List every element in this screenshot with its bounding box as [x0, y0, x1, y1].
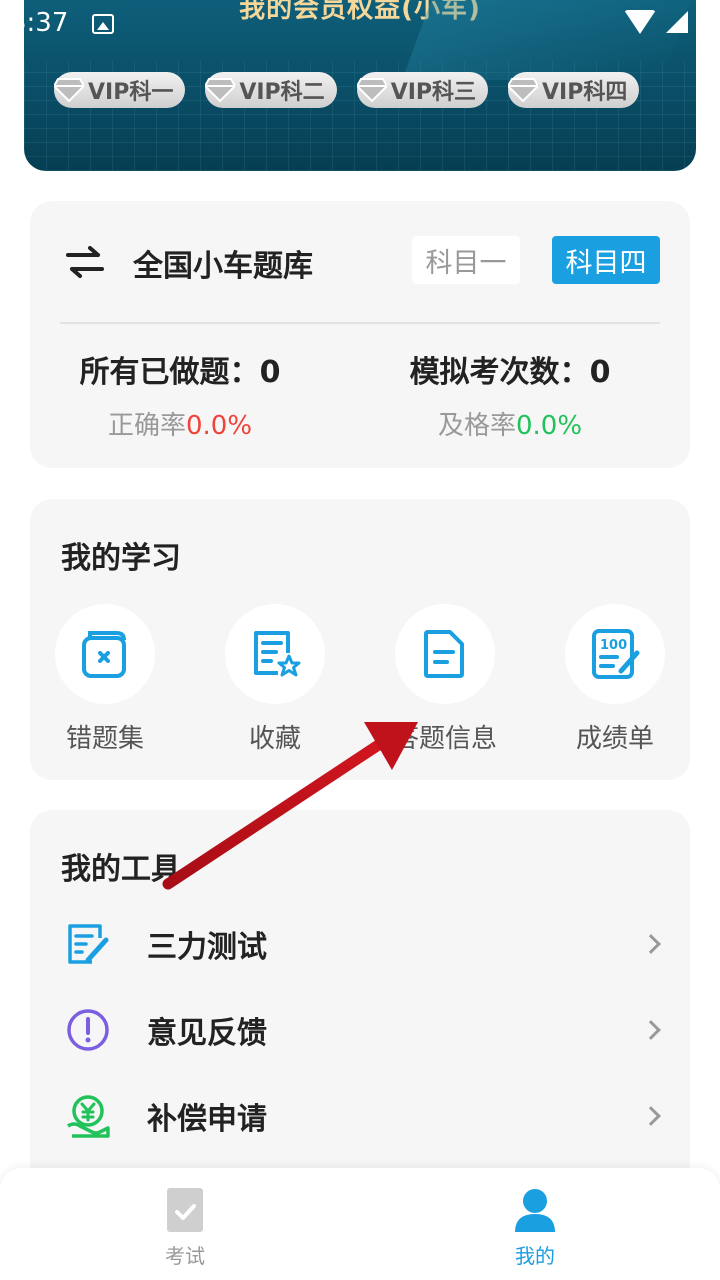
nav-label: 考试 — [165, 1244, 205, 1268]
yuan-refund-icon — [67, 1095, 110, 1138]
image-notification-icon — [92, 14, 114, 34]
tool-item-ability-test[interactable]: 三力测试 — [30, 914, 690, 974]
divider — [60, 322, 660, 324]
diamond-icon — [205, 78, 236, 102]
signal-icon — [666, 11, 688, 33]
study-item-score-sheet[interactable]: 100 成绩单 — [565, 604, 665, 755]
pass-label: 及格率 — [437, 411, 516, 441]
tool-item-label: 补偿申请 — [147, 1102, 267, 1137]
vip-chip-label: VIP科二 — [239, 80, 325, 105]
study-icon-circle — [225, 604, 325, 704]
study-item-label: 收藏 — [248, 724, 301, 754]
tool-item-label: 意见反馈 — [147, 1016, 267, 1051]
mock-exam-stat: 模拟考次数：0 及格率0.0% — [360, 347, 660, 442]
study-item-wrong-questions[interactable]: 错题集 — [55, 604, 155, 755]
vip-chip-2[interactable]: VIP科二 — [205, 72, 337, 108]
edit-test-icon — [68, 924, 109, 964]
swap-icon[interactable] — [66, 245, 104, 279]
vip-chip-label: VIP科四 — [542, 80, 628, 105]
nav-tab-mine[interactable]: 我的 — [485, 1188, 585, 1269]
status-time: 3:37 — [10, 8, 69, 38]
study-item-favorites[interactable]: 收藏 — [225, 604, 325, 755]
my-tools-title: 我的工具 — [61, 852, 181, 887]
vip-chip-label: VIP科一 — [88, 80, 174, 105]
study-icon-circle — [55, 604, 155, 704]
nav-label: 我的 — [515, 1244, 555, 1268]
score-sheet-icon: 100 — [592, 629, 640, 679]
vip-chip-label: VIP科三 — [390, 80, 477, 105]
study-item-label: 成绩单 — [575, 724, 654, 754]
vip-banner-title: 我的会员权益(小车) — [239, 0, 481, 24]
svg-text:100: 100 — [600, 638, 627, 653]
user-icon — [515, 1189, 555, 1232]
accuracy-label: 正确率 — [107, 411, 186, 441]
done-value: 0 — [259, 355, 281, 390]
mock-value: 0 — [589, 355, 611, 390]
bottom-navigation: 考试 我的 — [0, 1168, 720, 1280]
vip-chip-4[interactable]: VIP科四 — [508, 72, 640, 108]
vip-chip-3[interactable]: VIP科三 — [356, 72, 489, 108]
diamond-icon — [508, 78, 539, 102]
chevron-right-icon — [641, 1106, 661, 1126]
my-tools-card: 我的工具 三力测试 意见反馈 补偿申请 — [30, 810, 690, 1190]
accuracy-value: 0.0% — [185, 411, 253, 441]
chevron-right-icon — [641, 1020, 661, 1040]
pass-rate-line: 及格率0.0% — [360, 405, 660, 442]
study-icon-circle — [395, 604, 495, 704]
subject-one-button[interactable]: 科目一 — [412, 236, 520, 284]
study-item-answer-info[interactable]: 答题信息 — [393, 604, 497, 755]
wrong-book-icon — [82, 631, 126, 678]
done-questions-stat: 所有已做题：0 正确率0.0% — [30, 347, 330, 442]
my-study-title: 我的学习 — [61, 541, 181, 576]
tool-item-label: 三力测试 — [147, 930, 267, 965]
vip-chip-1[interactable]: VIP科一 — [54, 72, 186, 108]
question-bank-title[interactable]: 全国小车题库 — [133, 241, 313, 285]
nav-tab-exam[interactable]: 考试 — [135, 1188, 235, 1269]
status-icons — [624, 10, 710, 34]
vip-chip-row: VIP科一 VIP科二 VIP科三 VIP科四 — [54, 72, 640, 108]
exam-icon — [167, 1188, 203, 1232]
question-bank-card: 全国小车题库 科目一 科目四 所有已做题：0 正确率0.0% 模拟考次数：0 及… — [30, 201, 690, 468]
done-label: 所有已做题： — [79, 355, 260, 390]
chevron-right-icon — [641, 934, 661, 954]
wifi-icon — [624, 10, 656, 34]
mock-exam-line: 模拟考次数：0 — [360, 347, 660, 391]
pass-value: 0.0% — [515, 411, 583, 441]
study-item-label: 答题信息 — [392, 724, 497, 754]
study-item-label: 错题集 — [65, 724, 144, 754]
my-study-card: 我的学习 错题集 收藏 答题信息 100 成绩单 — [30, 499, 690, 780]
done-questions-line: 所有已做题：0 — [30, 347, 330, 391]
answer-info-icon — [424, 630, 464, 678]
study-icon-circle: 100 — [565, 604, 665, 704]
diamond-icon — [54, 78, 84, 102]
tool-item-compensation[interactable]: 补偿申请 — [30, 1086, 690, 1146]
diamond-icon — [356, 78, 387, 102]
subject-four-button[interactable]: 科目四 — [552, 236, 660, 284]
exclamation-icon — [67, 1009, 109, 1051]
favorite-doc-icon — [254, 631, 301, 677]
mock-label: 模拟考次数： — [409, 355, 590, 390]
accuracy-line: 正确率0.0% — [30, 405, 330, 442]
battery-icon — [698, 10, 710, 34]
tool-item-feedback[interactable]: 意见反馈 — [30, 1000, 690, 1060]
